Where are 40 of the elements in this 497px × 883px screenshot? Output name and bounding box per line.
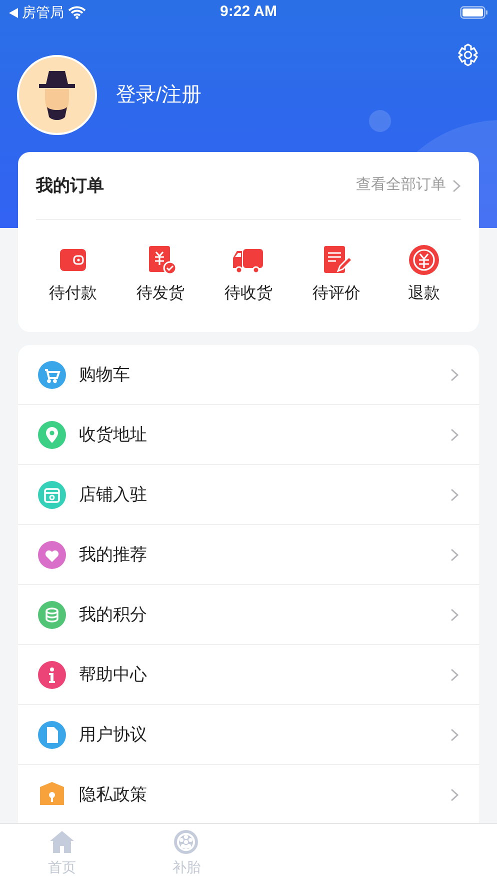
order-status-button[interactable]: 待发货 xyxy=(116,244,205,306)
battery-icon xyxy=(460,6,488,19)
carrier-name: 房管局 xyxy=(22,3,64,22)
document-icon xyxy=(38,720,66,748)
storefront-icon xyxy=(38,480,66,508)
back-arrow-icon[interactable] xyxy=(9,8,18,18)
orders-title: 我的订单 xyxy=(36,174,104,197)
chevron-right-icon xyxy=(450,608,459,622)
chevron-right-icon xyxy=(452,178,461,192)
menu-item[interactable]: 我的积分 xyxy=(18,585,479,645)
menu-item[interactable]: 我的推荐 xyxy=(18,525,479,585)
order-status-button[interactable]: 退款 xyxy=(380,244,468,306)
menu-item[interactable]: 购物车 xyxy=(18,345,479,405)
wheel-icon xyxy=(173,829,200,855)
order-status-button[interactable]: 待评价 xyxy=(292,244,380,306)
wifi-icon xyxy=(68,6,86,19)
coin-stack-icon xyxy=(38,600,66,628)
order-status-button[interactable]: 待收货 xyxy=(204,244,292,306)
menu-item[interactable]: 用户协议 xyxy=(18,705,479,765)
order-status-button[interactable]: 待付款 xyxy=(29,244,117,306)
settings-icon[interactable] xyxy=(456,43,480,67)
login-register-link[interactable]: 登录/注册 xyxy=(116,80,202,110)
avatar[interactable] xyxy=(17,55,97,135)
location-pin-icon xyxy=(38,420,66,448)
chevron-right-icon xyxy=(450,728,459,742)
home-icon xyxy=(49,829,76,855)
menu-item[interactable]: 隐私政策 xyxy=(18,765,479,823)
chevron-right-icon xyxy=(450,788,459,802)
menu-item[interactable]: 收货地址 xyxy=(18,405,479,465)
menu-item[interactable]: 帮助中心 xyxy=(18,645,479,705)
chevron-right-icon xyxy=(450,668,459,682)
menu-item[interactable]: 店铺入驻 xyxy=(18,465,479,525)
status-time: 9:22 AM xyxy=(220,2,277,22)
refund-coin-icon xyxy=(408,244,440,276)
chevron-right-icon xyxy=(450,428,459,442)
chevron-right-icon xyxy=(450,548,459,562)
chevron-right-icon xyxy=(450,368,459,382)
info-icon xyxy=(38,660,66,688)
chevron-right-icon xyxy=(450,488,459,502)
cart-icon xyxy=(38,360,66,388)
